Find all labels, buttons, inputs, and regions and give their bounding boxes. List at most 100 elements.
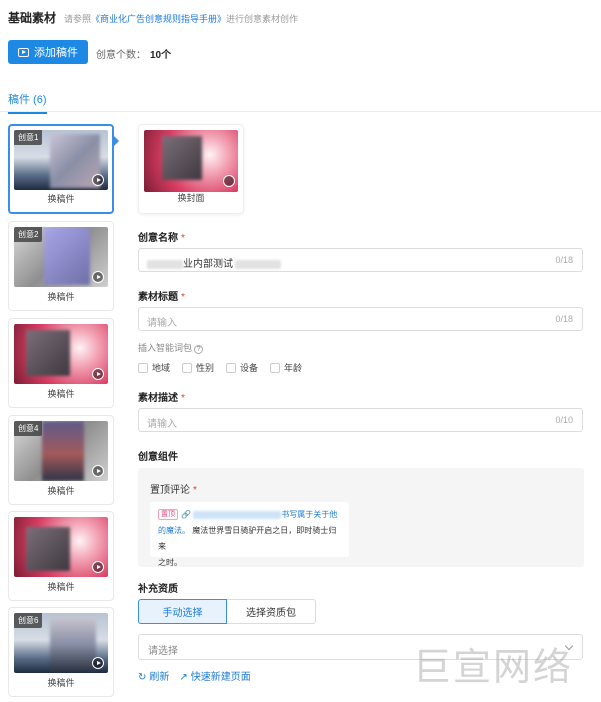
- creative-tag: 创意2: [14, 227, 43, 242]
- refresh-link[interactable]: ↻ 刷新: [138, 668, 169, 683]
- qualification-actions: ↻ 刷新 ↗ 快速新建页面: [138, 668, 251, 683]
- smart-words-text: 插入智能词包: [138, 343, 193, 353]
- title-placeholder: 请输入: [147, 318, 177, 329]
- material-desc-input[interactable]: 请输入 0/10: [138, 408, 583, 432]
- tab-bar: 稿件 (6): [0, 88, 601, 114]
- required-mark: *: [181, 292, 185, 303]
- checkbox-device-label: 设备: [240, 363, 259, 373]
- material-title-input[interactable]: 请输入 0/18: [138, 307, 583, 331]
- name-label-text: 创意名称: [138, 233, 178, 244]
- play-icon[interactable]: [92, 657, 104, 669]
- play-icon[interactable]: [92, 271, 104, 283]
- creative-card-6[interactable]: 创意6 换稿件: [8, 607, 114, 697]
- creative-thumbnail: 创意1: [14, 130, 108, 190]
- new-page-label: 快速新建页面: [190, 672, 251, 683]
- creative-name-input[interactable]: 业内部测试 0/18: [138, 248, 583, 272]
- required-mark: *: [193, 485, 197, 496]
- help-icon[interactable]: ?: [194, 345, 204, 354]
- section-title: 基础素材: [8, 11, 57, 25]
- tab-drafts[interactable]: 稿件 (6): [8, 91, 47, 114]
- qualification-label: 补充资质: [138, 584, 178, 595]
- replace-draft-link[interactable]: 换稿件: [9, 580, 113, 593]
- creative-tag: 创意6: [14, 613, 43, 628]
- select-placeholder: 请选择: [148, 646, 178, 657]
- guide-hint: 请参照《商业化广告创意规则指导手册》进行创意素材创作: [64, 12, 298, 25]
- pinned-comment-title: 置顶评论 *: [150, 481, 197, 496]
- checkbox-gender-label: 性别: [196, 363, 215, 373]
- creative-thumbnail: [14, 324, 108, 384]
- creative-thumbnail: 创意6: [14, 613, 108, 673]
- creative-card-3[interactable]: 换稿件: [8, 318, 114, 408]
- desc-label-text: 素材描述: [138, 393, 178, 404]
- checkbox-age-label: 年龄: [284, 363, 303, 373]
- link-icon: 🔗: [181, 510, 191, 519]
- creative-name-value: 业内部测试: [147, 255, 281, 270]
- checkbox-device[interactable]: 设备: [226, 361, 258, 374]
- checkbox-age[interactable]: 年龄: [270, 361, 302, 374]
- creative-card-2[interactable]: 创意2 换稿件: [8, 221, 114, 311]
- required-mark: *: [181, 393, 185, 404]
- creative-card-4[interactable]: 创意4 换稿件: [8, 415, 114, 505]
- smart-words-options: 地域 性别 设备 年龄: [138, 361, 302, 374]
- creative-card-1[interactable]: 创意1 换稿件: [8, 124, 114, 214]
- pinned-badge: 置顶: [158, 509, 178, 521]
- desc-placeholder: 请输入: [147, 419, 177, 430]
- char-counter: 0/18: [555, 255, 573, 265]
- creative-thumbnail: 创意4: [14, 421, 108, 481]
- replace-draft-link[interactable]: 换稿件: [9, 387, 113, 400]
- comment-line-3: 之时。: [158, 558, 182, 567]
- hint-suffix: 进行创意素材创作: [226, 14, 299, 24]
- component-panel: 置顶评论 * 置顶 🔗 书写属于关于他 的魔法。 魔法世界雪日骑驴开启之日，即时骑士…: [138, 468, 584, 567]
- pinned-comment-title-text: 置顶评论: [150, 485, 190, 496]
- replace-draft-link[interactable]: 换稿件: [9, 290, 113, 303]
- comment-link-cont[interactable]: 的魔法。: [158, 526, 190, 535]
- replace-draft-link[interactable]: 换稿件: [10, 192, 112, 205]
- video-add-icon: [18, 47, 29, 57]
- page-header: 基础素材 请参照《商业化广告创意规则指导手册》进行创意素材创作: [8, 9, 298, 26]
- watermark: 巨宣网络: [413, 645, 574, 689]
- comment-link-text[interactable]: 书写属于关于他: [281, 510, 337, 519]
- component-label: 创意组件: [138, 452, 178, 463]
- title-label: 素材标题 *: [138, 288, 185, 303]
- creative-thumbnail: [14, 517, 108, 577]
- creative-count-value: 10个: [150, 50, 172, 61]
- checkbox-gender[interactable]: 性别: [182, 361, 214, 374]
- play-icon[interactable]: [92, 174, 104, 186]
- play-icon[interactable]: [92, 368, 104, 380]
- pinned-comment-card[interactable]: 置顶 🔗 书写属于关于他 的魔法。 魔法世界雪日骑驴开启之日，即时骑士归来 之时。: [150, 502, 349, 567]
- char-counter: 0/10: [555, 415, 573, 425]
- creative-name-text: 业内部测试: [183, 259, 233, 270]
- creative-card-5[interactable]: 换稿件: [8, 511, 114, 601]
- new-page-link[interactable]: ↗ 快速新建页面: [179, 668, 250, 683]
- checkbox-region[interactable]: 地域: [138, 361, 170, 374]
- play-icon[interactable]: [92, 561, 104, 573]
- creative-thumbnail: 创意2: [14, 227, 108, 287]
- replace-draft-link[interactable]: 换稿件: [9, 676, 113, 689]
- cover-card[interactable]: 换封面: [138, 124, 244, 214]
- comment-line-1: 置顶 🔗 书写属于关于他: [158, 507, 341, 523]
- external-link-icon: ↗: [179, 672, 188, 683]
- char-counter: 0/18: [555, 314, 573, 324]
- play-icon[interactable]: [92, 465, 104, 477]
- qualification-mode-group: 手动选择 选择资质包: [138, 599, 316, 624]
- add-draft-label: 添加稿件: [34, 47, 78, 59]
- refresh-label: 刷新: [149, 672, 170, 683]
- zoom-icon[interactable]: [223, 175, 235, 187]
- title-label-text: 素材标题: [138, 292, 178, 303]
- creative-count-label: 创意个数：: [96, 50, 146, 61]
- creative-count: 创意个数： 10个: [96, 46, 171, 61]
- active-indicator: [114, 136, 119, 146]
- qualification-pack-button[interactable]: 选择资质包: [227, 599, 316, 624]
- add-draft-button[interactable]: 添加稿件: [8, 40, 88, 64]
- smart-words-label: 插入智能词包?: [138, 341, 204, 354]
- name-label: 创意名称 *: [138, 229, 185, 244]
- replace-draft-link[interactable]: 换稿件: [9, 484, 113, 497]
- creative-tag: 创意4: [14, 421, 43, 436]
- refresh-icon: ↻: [138, 672, 147, 683]
- replace-cover-link[interactable]: 换封面: [139, 191, 243, 204]
- desc-label: 素材描述 *: [138, 389, 185, 404]
- required-mark: *: [181, 233, 185, 244]
- hint-prefix: 请参照: [64, 14, 92, 24]
- guide-link[interactable]: 《商业化广告创意规则指导手册》: [91, 14, 226, 24]
- manual-select-button[interactable]: 手动选择: [138, 599, 227, 624]
